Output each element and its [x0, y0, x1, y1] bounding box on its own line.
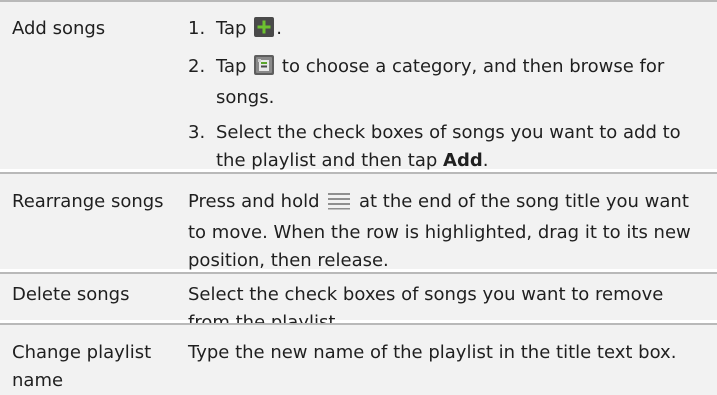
- step-text-after: to choose a category, and then browse fo…: [216, 56, 665, 108]
- step-number: 2.: [188, 56, 206, 77]
- playlist-editing-table: Add songs 1. Tap . 2. Tap to choose a ca…: [0, 0, 717, 395]
- step-text: Tap .: [216, 15, 706, 46]
- row-label: Rearrange songs: [12, 191, 164, 212]
- row-label: Add songs: [12, 18, 106, 39]
- row-description: Press and hold at the end of the song ti…: [188, 188, 708, 275]
- category-icon: [254, 55, 275, 84]
- table-row: Rearrange songs Press and hold at the en…: [0, 172, 717, 271]
- drag-handle-icon: [327, 190, 351, 219]
- step-text-after: .: [482, 150, 489, 171]
- row-label: Change playlist name: [12, 342, 152, 391]
- row-description: Type the new name of the playlist in the…: [188, 342, 677, 363]
- description-text-before: Press and hold: [188, 191, 326, 212]
- step-text: Tap to choose a category, and then brows…: [216, 53, 706, 112]
- step-text: Select the check boxes of songs you want…: [216, 119, 706, 175]
- step-number: 1.: [188, 18, 206, 39]
- step-text-before: Tap: [216, 18, 253, 39]
- table-row: Delete songs Select the check boxes of s…: [0, 272, 717, 333]
- row-label: Delete songs: [12, 284, 130, 305]
- table-row: Add songs 1. Tap . 2. Tap to choose a ca…: [0, 0, 717, 171]
- step-number: 3.: [188, 122, 206, 143]
- add-keyword: Add: [443, 150, 483, 171]
- step-text-after: .: [276, 18, 282, 39]
- table-row: Change playlist name Type the new name o…: [0, 323, 717, 395]
- step-text-before: Tap: [216, 56, 253, 77]
- plus-icon: [254, 17, 275, 46]
